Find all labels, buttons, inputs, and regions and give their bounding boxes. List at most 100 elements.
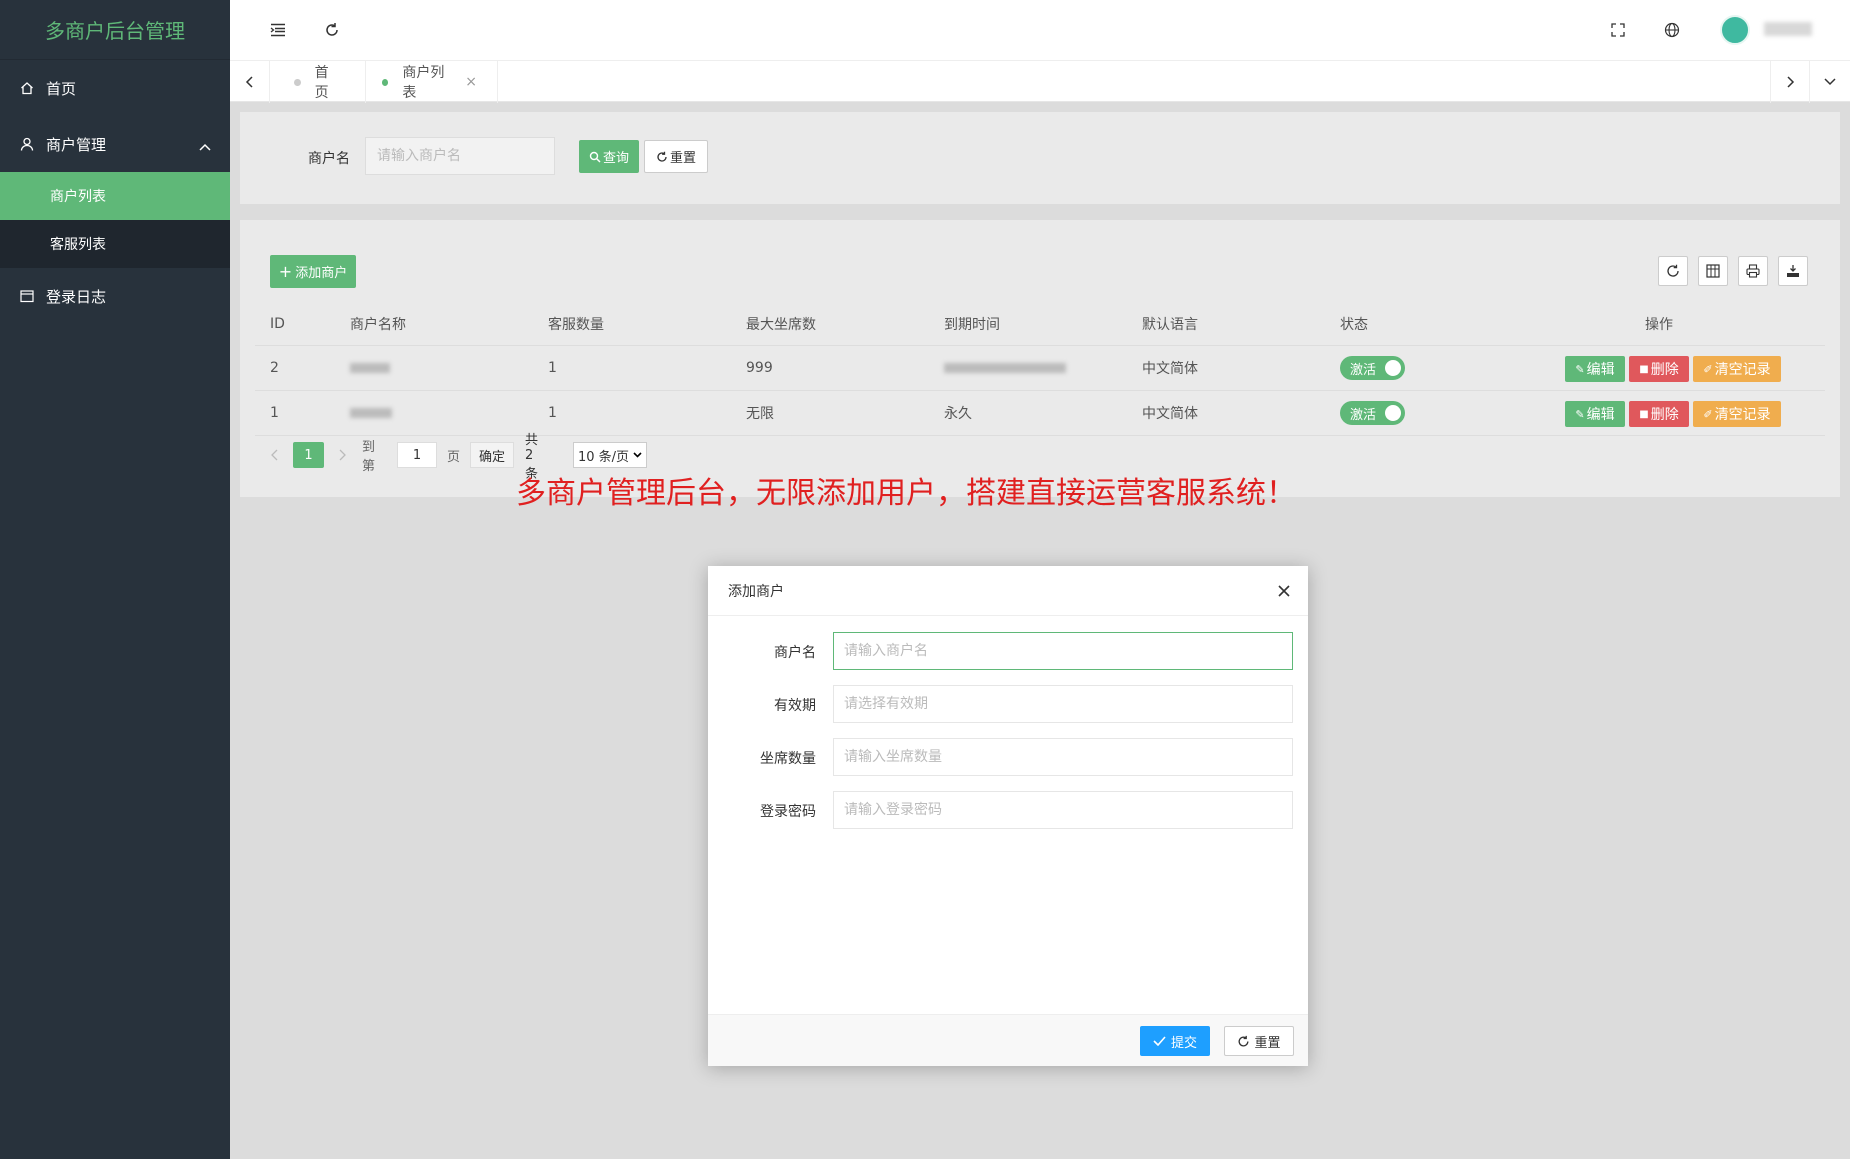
field-label: 登录密码	[760, 804, 816, 820]
globe-icon[interactable]	[1660, 18, 1684, 42]
search-input[interactable]	[365, 137, 555, 175]
column-header: 商户名称	[350, 316, 406, 333]
avatar[interactable]	[1720, 15, 1750, 45]
cell-seats: 1	[548, 405, 557, 421]
sidebar-item-home[interactable]: 首页	[0, 60, 230, 116]
add-merchant-button[interactable]: + 添加商户	[270, 255, 356, 288]
tab-merchant-list[interactable]: 商户列表 ×	[366, 61, 498, 103]
close-icon[interactable]: ×	[465, 74, 477, 90]
delete-button[interactable]: ■ 删除	[1629, 356, 1689, 382]
total-count: 共 2 条	[525, 432, 539, 482]
sidebar-item-label: 客服列表	[50, 237, 106, 253]
prev-page-icon[interactable]	[268, 442, 282, 468]
current-page[interactable]: 1	[293, 442, 324, 468]
seat-count-input[interactable]	[833, 738, 1293, 776]
trash-icon: ■	[1639, 408, 1649, 420]
status-toggle[interactable]: 激活	[1340, 356, 1405, 380]
redacted-text	[350, 363, 390, 373]
cell-max-seats: 999	[746, 360, 773, 376]
clear-records-label: 清空记录	[1714, 362, 1771, 378]
column-header: ID	[270, 315, 285, 332]
clear-records-button[interactable]: ✐ 清空记录	[1693, 401, 1781, 427]
status-toggle-label: 激活	[1350, 407, 1377, 423]
edit-button-label: 编辑	[1586, 407, 1615, 423]
reset-button[interactable]: 重置	[644, 140, 708, 173]
page-size-select[interactable]: 10 条/页	[573, 442, 647, 468]
chevron-up-icon	[198, 138, 212, 151]
refresh-icon[interactable]	[320, 18, 344, 42]
menu-fold-icon[interactable]	[266, 18, 290, 42]
redacted-text	[350, 408, 392, 418]
home-icon	[20, 81, 34, 95]
add-merchant-dialog: 添加商户 商户名 有效期 坐席数量 登录密码 提交 重置	[708, 566, 1308, 1066]
username[interactable]	[1764, 22, 1812, 36]
sidebar-item-merchant-list[interactable]: 商户列表	[0, 172, 230, 220]
add-merchant-label: 添加商户	[295, 266, 348, 281]
edit-button[interactable]: ✎ 编辑	[1565, 356, 1625, 382]
promo-banner-text: 多商户管理后台，无限添加用户，搭建直接运营客服系统！	[516, 476, 1296, 511]
cell-merchant-name	[350, 346, 390, 390]
delete-button-label: 删除	[1650, 407, 1679, 423]
search-icon	[589, 151, 601, 163]
password-input[interactable]	[833, 791, 1293, 829]
tab-home[interactable]: 首页	[270, 61, 366, 103]
clear-records-button[interactable]: ✐ 清空记录	[1693, 356, 1781, 382]
toggle-knob	[1385, 360, 1401, 376]
submit-button-label: 提交	[1170, 1035, 1197, 1051]
goto-confirm-button[interactable]: 确定	[470, 442, 514, 468]
dialog-footer: 提交 重置	[708, 1014, 1308, 1066]
edit-button-label: 编辑	[1586, 362, 1615, 378]
tab-prev-button[interactable]	[230, 61, 270, 103]
redacted-text	[944, 363, 1066, 373]
table-export-button[interactable]	[1778, 256, 1808, 286]
page-size-value: 10 条/页	[578, 449, 630, 465]
form-row-seat-count: 坐席数量	[708, 738, 1308, 776]
tab-bar: 首页 商户列表 ×	[230, 60, 1850, 103]
chevron-down-icon	[633, 452, 642, 458]
plus-icon: +	[278, 262, 293, 281]
user-icon	[20, 137, 34, 151]
sidebar-item-login-log[interactable]: 登录日志	[0, 268, 230, 324]
tab-label: 首页	[314, 65, 329, 101]
form-row-merchant-name: 商户名	[708, 632, 1308, 670]
reset-button-label: 重置	[669, 151, 696, 166]
sidebar-item-merchant-management[interactable]: 商户管理	[0, 116, 230, 172]
tab-dot	[382, 78, 389, 86]
refresh-icon	[1239, 1035, 1249, 1046]
validity-date-input[interactable]	[833, 685, 1293, 723]
tab-next-button[interactable]	[1770, 61, 1810, 103]
cell-max-seats: 无限	[746, 406, 774, 422]
pencil-icon: ✎	[1575, 407, 1585, 421]
edit-button[interactable]: ✎ 编辑	[1565, 401, 1625, 427]
table-columns-button[interactable]	[1698, 256, 1728, 286]
goto-page-input[interactable]: 1	[397, 442, 437, 468]
merchant-name-input[interactable]	[833, 632, 1293, 670]
field-label: 坐席数量	[760, 751, 816, 767]
tab-dropdown-button[interactable]	[1810, 61, 1850, 103]
page-label: 页	[447, 449, 461, 465]
column-header: 到期时间	[944, 316, 1000, 333]
submit-button[interactable]: 提交	[1140, 1026, 1210, 1056]
column-header: 最大坐席数	[746, 316, 816, 333]
top-header	[230, 0, 1850, 60]
clear-records-label: 清空记录	[1714, 407, 1771, 423]
fullscreen-icon[interactable]	[1606, 18, 1630, 42]
close-icon[interactable]	[1272, 579, 1296, 603]
status-toggle[interactable]: 激活	[1340, 401, 1405, 425]
cell-id: 1	[270, 405, 279, 421]
delete-button[interactable]: ■ 删除	[1629, 401, 1689, 427]
dialog-reset-button[interactable]: 重置	[1224, 1026, 1294, 1056]
cell-expire: 永久	[944, 406, 972, 422]
refresh-icon	[657, 151, 667, 162]
sidebar-item-label: 商户管理	[46, 135, 107, 154]
next-page-icon[interactable]	[335, 442, 349, 468]
sidebar-item-service-list[interactable]: 客服列表	[0, 220, 230, 268]
query-button[interactable]: 查询	[579, 140, 639, 173]
cell-status: 激活	[1340, 391, 1405, 435]
column-header: 默认语言	[1142, 316, 1198, 333]
table-print-button[interactable]	[1738, 256, 1768, 286]
form-row-validity: 有效期	[708, 685, 1308, 723]
search-label: 商户名	[308, 151, 350, 167]
broom-icon: ✐	[1703, 407, 1713, 421]
table-refresh-button[interactable]	[1658, 256, 1688, 286]
